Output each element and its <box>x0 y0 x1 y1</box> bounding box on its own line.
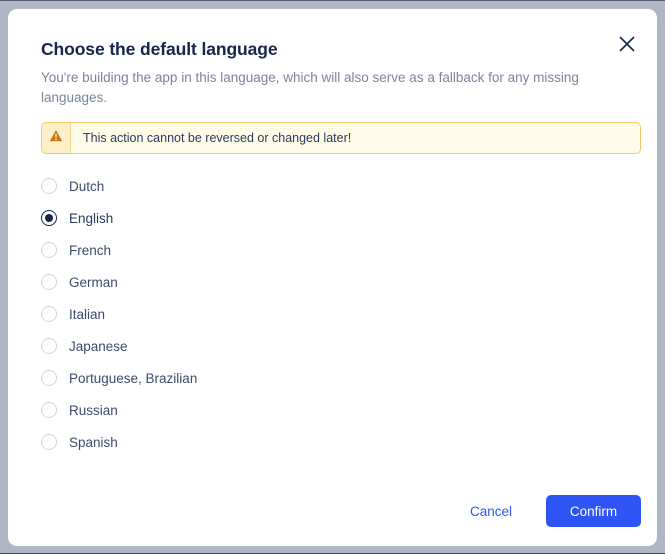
dialog-subtitle: You're building the app in this language… <box>41 70 579 105</box>
radio-label: Spanish <box>69 434 118 450</box>
radio-option-portuguese-brazilian[interactable]: Portuguese, Brazilian <box>41 362 441 394</box>
radio-label: English <box>69 210 114 226</box>
radio-circle-icon <box>41 434 57 450</box>
radio-circle-icon <box>41 242 57 258</box>
radio-label: Portuguese, Brazilian <box>69 370 198 386</box>
close-button[interactable] <box>612 29 642 59</box>
warning-message: This action cannot be reversed or change… <box>83 131 352 145</box>
warning-icon-container <box>42 123 71 153</box>
radio-circle-icon <box>41 370 57 386</box>
close-icon <box>617 34 637 54</box>
radio-label: Dutch <box>69 178 105 194</box>
radio-circle-icon <box>41 402 57 418</box>
warning-triangle-icon <box>49 129 63 148</box>
dialog-footer: Cancel Confirm <box>8 491 657 531</box>
warning-banner: This action cannot be reversed or change… <box>41 122 641 154</box>
radio-label: German <box>69 274 118 290</box>
radio-label: Italian <box>69 306 106 322</box>
radio-option-japanese[interactable]: Japanese <box>41 330 441 362</box>
radio-option-german[interactable]: German <box>41 266 441 298</box>
language-radio-group: Dutch English French German Italian Japa <box>41 170 441 458</box>
radio-circle-icon <box>41 178 57 194</box>
radio-option-french[interactable]: French <box>41 234 441 266</box>
radio-circle-selected-icon <box>41 210 57 226</box>
radio-option-dutch[interactable]: Dutch <box>41 170 441 202</box>
radio-label: Japanese <box>69 338 128 354</box>
page-title: Choose the default language <box>41 39 278 59</box>
radio-label: French <box>69 242 112 258</box>
page-background: Choose the default language You're build… <box>0 0 665 554</box>
radio-circle-icon <box>41 274 57 290</box>
cancel-button[interactable]: Cancel <box>458 496 524 527</box>
radio-option-english[interactable]: English <box>41 202 441 234</box>
radio-circle-icon <box>41 338 57 354</box>
radio-option-spanish[interactable]: Spanish <box>41 426 441 458</box>
radio-circle-icon <box>41 306 57 322</box>
radio-option-russian[interactable]: Russian <box>41 394 441 426</box>
radio-label: Russian <box>69 402 118 418</box>
radio-option-italian[interactable]: Italian <box>41 298 441 330</box>
language-dialog: Choose the default language You're build… <box>8 9 657 546</box>
confirm-button[interactable]: Confirm <box>546 495 641 527</box>
